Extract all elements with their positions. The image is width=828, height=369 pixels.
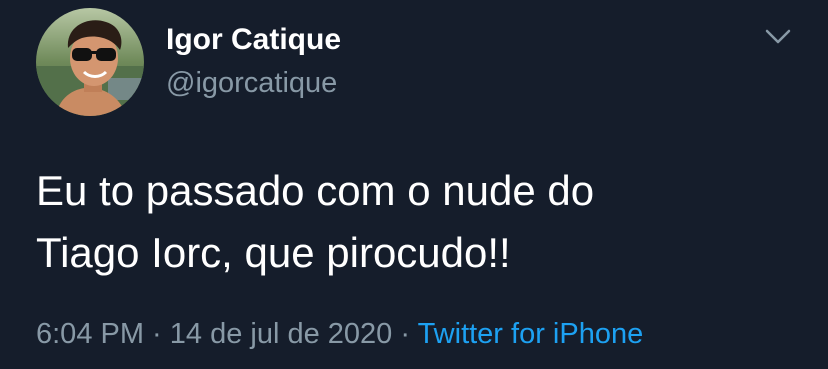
tweet-text: Eu to passado com o nude do Tiago Iorc, …	[36, 160, 796, 284]
tweet-text-line: Tiago Iorc, que pirocudo!!	[36, 229, 511, 276]
avatar[interactable]	[36, 8, 144, 116]
separator-dot: ·	[144, 318, 170, 350]
tweet-source-link[interactable]: Twitter for iPhone	[418, 318, 644, 350]
tweet-time[interactable]: 6:04 PM	[36, 318, 144, 350]
separator-dot: ·	[392, 318, 418, 350]
tweet-date[interactable]: 14 de jul de 2020	[170, 318, 393, 350]
user-handle[interactable]: @igorcatique	[166, 65, 337, 101]
tweet-card: Igor Catique @igorcatique Eu to passado …	[0, 0, 828, 369]
profile-photo-avatar-image	[36, 8, 144, 116]
tweet-metadata: 6:04 PM · 14 de jul de 2020 · Twitter fo…	[36, 314, 643, 354]
chevron-down-icon[interactable]	[762, 22, 794, 50]
tweet-text-line: Eu to passado com o nude do	[36, 167, 595, 214]
display-name[interactable]: Igor Catique	[166, 22, 341, 58]
